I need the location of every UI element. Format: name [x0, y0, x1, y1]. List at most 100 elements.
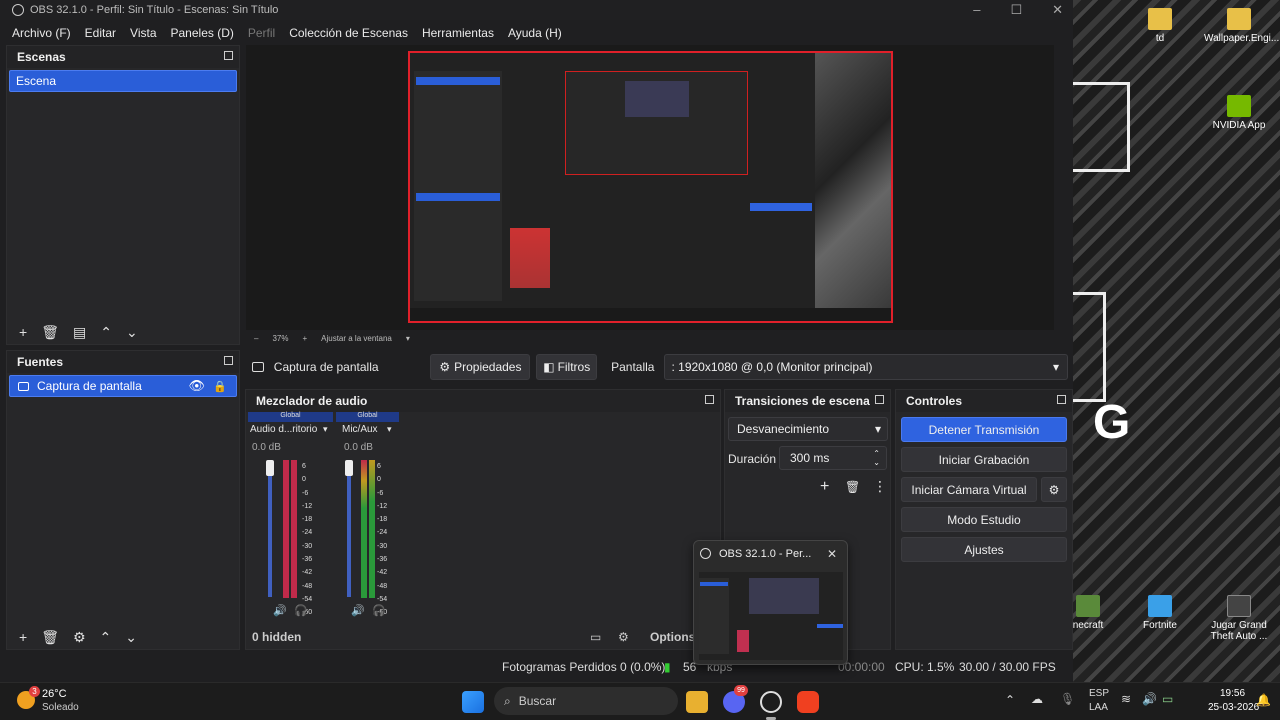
popout-icon[interactable]	[705, 395, 714, 404]
chevron-down-icon[interactable]: ▾	[323, 424, 328, 435]
hidden-count[interactable]: 0 hidden	[252, 630, 301, 644]
speaker-icon[interactable]: 🔊	[351, 604, 365, 617]
scene-item[interactable]: Escena	[9, 70, 237, 92]
taskbar-search[interactable]: ⌕ Buscar	[494, 687, 678, 715]
weather-temp[interactable]: 26°C	[42, 688, 67, 700]
studio-mode-button[interactable]: Modo Estudio	[901, 507, 1067, 532]
popout-icon[interactable]	[224, 51, 233, 60]
screen-capture-preview[interactable]	[408, 51, 893, 323]
wifi-icon[interactable]: ≋	[1121, 692, 1131, 706]
trash-icon[interactable]: 🗑	[41, 324, 59, 341]
gear-icon[interactable]: ⚙	[618, 630, 629, 644]
duration-label: Duración	[728, 452, 777, 466]
gear-icon[interactable]: ⚙	[73, 629, 86, 646]
taskbar-thumbnail-preview[interactable]: OBS 32.1.0 - Per... ✕	[693, 540, 848, 665]
obs-logo-icon	[12, 4, 24, 16]
mic-icon[interactable]: 🎙	[1060, 692, 1075, 706]
start-record-button[interactable]: Iniciar Grabación	[901, 447, 1067, 472]
menu-coleccion[interactable]: Colección de Escenas	[289, 26, 408, 40]
clock-time[interactable]: 19:56	[1220, 688, 1245, 699]
desktop-icon-fortnite[interactable]: Fortnite	[1125, 595, 1195, 631]
desktop-icon-td[interactable]: td	[1125, 8, 1195, 44]
volume-slider-handle[interactable]	[266, 460, 274, 476]
virtual-camera-button[interactable]: Iniciar Cámara Virtual	[901, 477, 1037, 502]
trash-icon[interactable]: 🗑	[845, 480, 860, 494]
stepper-icon[interactable]: ⌃ ⌄	[873, 449, 880, 467]
close-icon[interactable]: ✕	[827, 547, 837, 561]
language-code[interactable]: ESP	[1089, 688, 1109, 699]
speaker-icon[interactable]: 🔊	[273, 604, 287, 617]
popout-icon[interactable]	[1057, 395, 1066, 404]
gear-icon[interactable]: ⚙	[1041, 477, 1067, 502]
battery-icon[interactable]: ▭	[1162, 692, 1173, 706]
properties-button[interactable]: ⚙ Propiedades	[430, 354, 531, 380]
obs-taskbar-icon[interactable]	[760, 691, 782, 713]
desktop-icon-nvidia[interactable]: NVIDIA App	[1204, 95, 1274, 131]
filter-icon: ◧	[543, 360, 555, 374]
up-icon[interactable]: ⌃	[100, 324, 112, 341]
menu-herramientas[interactable]: Herramientas	[422, 26, 494, 40]
zoom-in-button[interactable]: +	[302, 334, 307, 343]
lock-icon[interactable]: 🔒	[213, 380, 227, 393]
transition-select[interactable]: Desvanecimiento ▾	[728, 417, 888, 441]
maximize-icon[interactable]: ☐	[1010, 2, 1022, 18]
minimize-icon[interactable]: –	[973, 2, 980, 18]
options-button[interactable]: Options	[650, 630, 695, 644]
headphones-icon[interactable]: 🎧	[372, 604, 386, 617]
chevron-down-icon[interactable]: ▾	[387, 424, 392, 435]
thumbnail-title: OBS 32.1.0 - Per...	[719, 548, 812, 560]
brave-icon[interactable]	[797, 691, 819, 713]
display-select[interactable]: : 1920x1080 @ 0,0 (Monitor principal) ▾	[664, 354, 1069, 380]
weather-badge: 3	[29, 686, 40, 697]
add-icon[interactable]: +	[19, 629, 27, 645]
desktop-icon-gta[interactable]: Jugar Grand Theft Auto ...	[1204, 595, 1274, 642]
gta-icon	[1227, 595, 1251, 617]
desktop-icon-minecraft[interactable]: necraft	[1073, 595, 1123, 631]
popout-icon[interactable]	[224, 356, 233, 365]
up-icon[interactable]: ⌃	[100, 629, 112, 646]
down-icon[interactable]: ⌄	[126, 324, 138, 341]
chevron-down-icon[interactable]: ▾	[406, 334, 410, 343]
zoom-out-button[interactable]: –	[254, 334, 258, 343]
volume-icon[interactable]: 🔊	[1142, 692, 1157, 706]
thumbnail-image	[699, 572, 843, 660]
chevron-up-icon[interactable]: ⌃	[1005, 693, 1015, 707]
add-icon[interactable]: +	[19, 324, 27, 340]
menu-editar[interactable]: Editar	[85, 26, 116, 40]
signal-icon: ▮	[664, 660, 671, 674]
headphones-icon[interactable]: 🎧	[294, 604, 308, 617]
more-icon[interactable]: ⋮	[873, 478, 887, 495]
level-meter	[283, 460, 289, 598]
filters-button[interactable]: ◧ Filtros	[536, 354, 598, 380]
menu-archivo[interactable]: Archivo (F)	[12, 26, 71, 40]
source-context-bar: Captura de pantalla ⚙ Propiedades ◧ Filtro…	[246, 353, 1069, 381]
eye-icon[interactable]: 👁	[188, 378, 205, 394]
fit-window-label[interactable]: Ajustar a la ventana	[321, 334, 392, 343]
source-item[interactable]: Captura de pantalla 👁 🔒	[9, 375, 237, 397]
fps-value: 30.00 / 30.00 FPS	[959, 660, 1056, 674]
down-icon[interactable]: ⌄	[125, 629, 137, 646]
filter-icon[interactable]: ▤	[73, 324, 86, 341]
channel-group: Global	[248, 412, 333, 422]
volume-slider-handle[interactable]	[345, 460, 353, 476]
menu-vista[interactable]: Vista	[130, 26, 156, 40]
settings-button[interactable]: Ajustes	[901, 537, 1067, 562]
file-explorer-icon[interactable]	[686, 691, 708, 713]
windows-start-icon[interactable]	[462, 691, 484, 713]
trash-icon[interactable]: 🗑	[41, 629, 59, 646]
desktop-icon-wallpaper[interactable]: Wallpaper.Engi...	[1204, 8, 1279, 44]
layout-icon[interactable]: ▭	[590, 630, 601, 644]
stop-stream-button[interactable]: Detener Transmisión	[901, 417, 1067, 442]
add-icon[interactable]: +	[820, 478, 829, 496]
volume-slider[interactable]	[268, 462, 272, 597]
menu-ayuda[interactable]: Ayuda (H)	[508, 26, 562, 40]
menu-paneles[interactable]: Paneles (D)	[171, 26, 234, 40]
menu-perfil[interactable]: Perfil	[248, 26, 275, 40]
popout-icon[interactable]	[875, 395, 884, 404]
duration-input[interactable]: 300 ms ⌃ ⌄	[779, 446, 887, 470]
close-icon[interactable]: ✕	[1052, 2, 1063, 18]
notification-bell-icon[interactable]: 🔔	[1256, 693, 1271, 707]
volume-slider[interactable]	[347, 462, 351, 597]
cloud-icon[interactable]: ☁	[1031, 692, 1043, 706]
preview-area[interactable]	[246, 45, 1054, 330]
